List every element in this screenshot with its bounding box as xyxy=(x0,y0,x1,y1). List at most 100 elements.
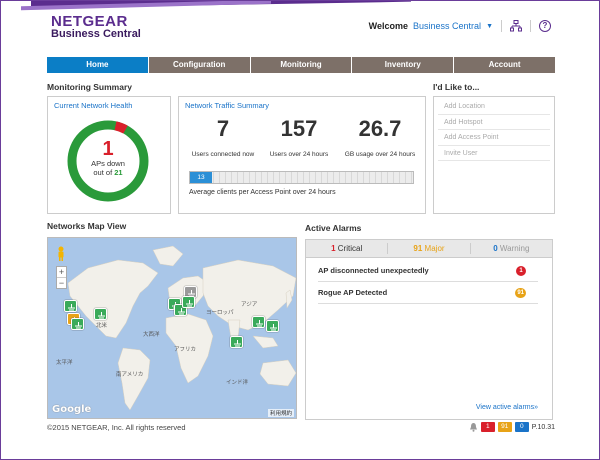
invite-user-link[interactable]: Invite User xyxy=(438,146,550,161)
access-point-icon xyxy=(75,322,82,329)
user-menu[interactable]: Business Central xyxy=(413,21,481,31)
tab-account[interactable]: Account xyxy=(454,57,555,73)
network-marker[interactable] xyxy=(64,300,77,312)
app-window: NETGEAR Business Central Welcome Busines… xyxy=(0,0,600,460)
network-marker[interactable] xyxy=(252,316,265,328)
donut-center: 1 APs down out of 21 xyxy=(66,139,150,177)
aps-down-label: APs down xyxy=(91,159,125,168)
add-access-point-link[interactable]: Add Access Point xyxy=(438,130,550,146)
brand-logo[interactable]: NETGEAR Business Central xyxy=(51,13,141,40)
map-label-europe: ヨーロッパ xyxy=(206,310,234,316)
network-health-panel: Current Network Health 1 APs down out of… xyxy=(47,96,171,214)
main-nav: Home Configuration Monitoring Inventory … xyxy=(47,57,555,73)
health-donut[interactable]: 1 APs down out of 21 xyxy=(66,119,150,203)
network-health-title: Current Network Health xyxy=(54,101,133,110)
network-marker[interactable] xyxy=(71,318,84,330)
critical-badge[interactable]: 1 xyxy=(480,422,495,432)
major-label: Major xyxy=(424,244,445,253)
add-location-link[interactable]: Add Location xyxy=(438,99,550,115)
aps-down-count: 1 xyxy=(102,138,114,160)
tab-inventory[interactable]: Inventory xyxy=(352,57,455,73)
access-point-icon xyxy=(270,324,277,331)
ilike-title: I'd Like to... xyxy=(433,82,480,92)
map-label-indian-ocean: インド洋 xyxy=(226,380,249,386)
stat-label: GB usage over 24 hours xyxy=(344,151,416,158)
stat-users-24h: 157 Users over 24 hours xyxy=(263,116,335,159)
stat-gb-usage: 26.7 GB usage over 24 hours xyxy=(339,116,421,159)
map-label-south-america: 南アメリカ xyxy=(116,372,144,378)
tab-configuration[interactable]: Configuration xyxy=(148,57,251,73)
network-marker[interactable] xyxy=(230,336,243,348)
access-point-icon xyxy=(68,304,75,311)
avg-clients-bar: 13 xyxy=(189,171,414,184)
avg-clients-value: 13 xyxy=(197,174,205,181)
zoom-in-button[interactable]: + xyxy=(57,267,66,277)
help-icon[interactable]: ? xyxy=(539,20,551,32)
stat-label: Users over 24 hours xyxy=(269,151,329,158)
aps-total-line: out of 21 xyxy=(66,168,150,177)
stat-value: 26.7 xyxy=(358,116,402,141)
toolbar-divider xyxy=(530,20,531,32)
map-title: Networks Map View xyxy=(47,221,127,231)
version-label: P.10.31 xyxy=(531,423,555,431)
major-count: 91 xyxy=(413,244,423,253)
alarm-row[interactable]: Rogue AP Detected 91 xyxy=(318,282,538,304)
access-point-icon xyxy=(186,300,193,307)
toolbar-divider xyxy=(501,20,502,32)
aps-total: 21 xyxy=(114,168,123,177)
alarm-text: Rogue AP Detected xyxy=(318,288,388,297)
warning-count: 0 xyxy=(493,244,498,253)
alarm-list: AP disconnected unexpectedly 1 Rogue AP … xyxy=(305,258,553,420)
out-of-label: out of xyxy=(93,168,113,177)
bell-icon[interactable] xyxy=(469,422,478,432)
map-zoom-control: + − xyxy=(56,266,67,289)
alarm-text: AP disconnected unexpectedly xyxy=(318,266,429,275)
monitoring-summary-title: Monitoring Summary xyxy=(47,82,133,92)
map-label-africa: アフリカ xyxy=(174,347,197,353)
brand-product: Business Central xyxy=(51,28,141,40)
warning-badge[interactable]: 0 xyxy=(514,422,529,432)
ilike-menu: Add Location Add Hotspot Add Access Poin… xyxy=(433,96,555,214)
warning-label: Warning xyxy=(499,244,530,253)
access-point-icon xyxy=(234,340,241,347)
map-label-atlantic: 大西洋 xyxy=(143,332,160,338)
tab-major[interactable]: 91 Major xyxy=(388,240,469,257)
map-terms-link[interactable]: 利用規約 xyxy=(267,409,294,417)
tab-monitoring[interactable]: Monitoring xyxy=(250,57,353,73)
network-icon[interactable] xyxy=(510,20,522,32)
access-point-icon xyxy=(256,320,263,327)
google-logo: Google xyxy=(52,404,92,415)
caret-down-icon[interactable]: ▼ xyxy=(486,23,493,30)
map-label-north-america: 北米 xyxy=(96,323,108,329)
map-label-asia: アジア xyxy=(241,302,258,308)
traffic-summary-panel: Network Traffic Summary 7 Users connecte… xyxy=(178,96,426,214)
welcome-label: Welcome xyxy=(368,21,409,31)
status-bar: 1 91 0 P.10.31 xyxy=(469,422,555,432)
zoom-out-button[interactable]: − xyxy=(57,278,66,288)
view-active-alarms-link[interactable]: View active alarms» xyxy=(476,404,538,411)
stat-users-now: 7 Users connected now xyxy=(187,116,259,159)
tab-home[interactable]: Home xyxy=(47,57,149,73)
copyright: ©2015 NETGEAR, Inc. All rights reserved xyxy=(47,423,186,432)
add-hotspot-link[interactable]: Add Hotspot xyxy=(438,115,550,130)
avg-clients-caption: Average clients per Access Point over 24… xyxy=(189,189,336,196)
tab-critical[interactable]: 1 Critical xyxy=(306,240,387,257)
critical-label: Critical xyxy=(337,244,363,253)
alarm-filter-tabs: 1 Critical 91 Major 0 Warning xyxy=(305,239,553,258)
traffic-summary-title: Network Traffic Summary xyxy=(185,101,270,110)
major-badge[interactable]: 91 xyxy=(497,422,512,432)
network-marker[interactable] xyxy=(94,308,107,320)
user-toolbar: Welcome Business Central ▼ ? xyxy=(369,20,551,32)
tab-warning[interactable]: 0 Warning xyxy=(471,240,552,257)
alarm-count-badge: 1 xyxy=(516,266,526,276)
stat-label: Users connected now xyxy=(191,151,255,158)
networks-map[interactable]: + − ヨーロッパ アジア アフリカ 北米 南アメリカ インド洋 太平洋 大西洋… xyxy=(47,237,297,419)
stat-value: 7 xyxy=(216,116,230,141)
alarm-row[interactable]: AP disconnected unexpectedly 1 xyxy=(318,260,538,282)
stat-value: 157 xyxy=(280,116,318,141)
network-marker[interactable] xyxy=(182,296,195,308)
world-map xyxy=(67,245,296,411)
network-marker[interactable] xyxy=(266,320,279,332)
map-label-pacific: 太平洋 xyxy=(56,360,73,366)
pegman-icon[interactable] xyxy=(57,246,65,262)
